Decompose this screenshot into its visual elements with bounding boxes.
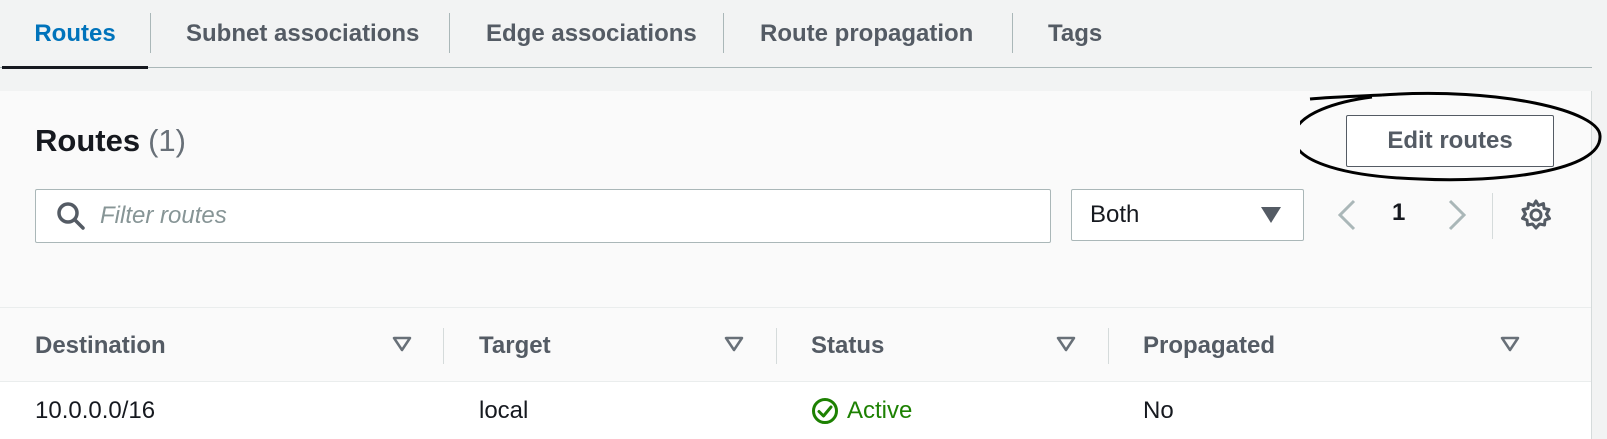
- panel-header: Routes(1) Edit routes Both 1: [0, 91, 1602, 299]
- sort-icon[interactable]: [1500, 336, 1520, 352]
- routes-panel: Routes(1) Edit routes Both 1: [0, 91, 1602, 439]
- column-header-destination[interactable]: Destination: [35, 308, 166, 383]
- tab-divider: [150, 13, 151, 53]
- edit-routes-button[interactable]: Edit routes: [1346, 115, 1554, 167]
- route-type-select[interactable]: Both: [1071, 189, 1304, 241]
- tab-bar: Routes Subnet associations Edge associat…: [0, 0, 1592, 69]
- tab-route-propagation[interactable]: Route propagation: [760, 0, 973, 67]
- table-row[interactable]: 10.0.0.0/16 local Active No: [0, 382, 1591, 439]
- tab-routes[interactable]: Routes: [2, 0, 148, 69]
- filter-routes-input[interactable]: [100, 202, 1050, 230]
- current-page-number[interactable]: 1: [1392, 199, 1405, 227]
- column-header-propagated-label: Propagated: [1143, 331, 1276, 359]
- cell-status: Active: [811, 382, 912, 439]
- status-check-icon: [812, 397, 838, 424]
- column-header-propagated[interactable]: Propagated: [1143, 308, 1275, 383]
- column-header-status[interactable]: Status: [811, 308, 884, 383]
- tab-tags[interactable]: Tags: [1048, 0, 1102, 67]
- caret-down-icon: [1261, 207, 1281, 223]
- tab-divider: [1012, 13, 1013, 53]
- column-divider: [1108, 328, 1109, 364]
- column-header-target[interactable]: Target: [479, 308, 551, 383]
- chevron-right-icon[interactable]: [1444, 199, 1468, 231]
- route-count: (1): [148, 123, 186, 158]
- tab-divider: [723, 13, 724, 53]
- tab-divider: [449, 13, 450, 53]
- cell-propagated: No: [1143, 396, 1174, 424]
- table-header: Destination Target Status Propagated: [0, 307, 1591, 382]
- column-divider: [776, 328, 777, 364]
- sort-icon[interactable]: [724, 336, 744, 352]
- tab-route-propagation-label: Route propagation: [760, 19, 974, 47]
- panel-title-text: Routes: [35, 123, 141, 158]
- column-header-status-label: Status: [811, 331, 885, 359]
- column-header-target-label: Target: [479, 331, 551, 359]
- tab-tags-label: Tags: [1048, 19, 1103, 47]
- panel-title: Routes (1): [35, 123, 186, 159]
- tab-subnet-associations[interactable]: Subnet associations: [186, 0, 419, 67]
- tab-edge-associations-label: Edge associations: [486, 19, 697, 47]
- pager-divider: [1492, 193, 1493, 239]
- settings-gear-icon[interactable]: [1520, 199, 1552, 231]
- chevron-left-icon[interactable]: [1336, 199, 1360, 231]
- column-header-destination-label: Destination: [35, 331, 166, 359]
- sort-icon[interactable]: [1056, 336, 1076, 352]
- cell-destination: 10.0.0.0/16: [35, 396, 156, 424]
- filter-search-box[interactable]: [35, 189, 1051, 243]
- tab-edge-associations[interactable]: Edge associations: [486, 0, 697, 67]
- route-type-select-value: Both: [1090, 201, 1140, 228]
- status-text: Active: [847, 396, 913, 424]
- column-divider: [443, 328, 444, 364]
- sort-icon[interactable]: [392, 336, 412, 352]
- tab-subnet-associations-label: Subnet associations: [186, 19, 420, 47]
- search-icon: [57, 202, 85, 230]
- tab-routes-label: Routes: [34, 19, 116, 47]
- cell-target: local: [479, 396, 529, 424]
